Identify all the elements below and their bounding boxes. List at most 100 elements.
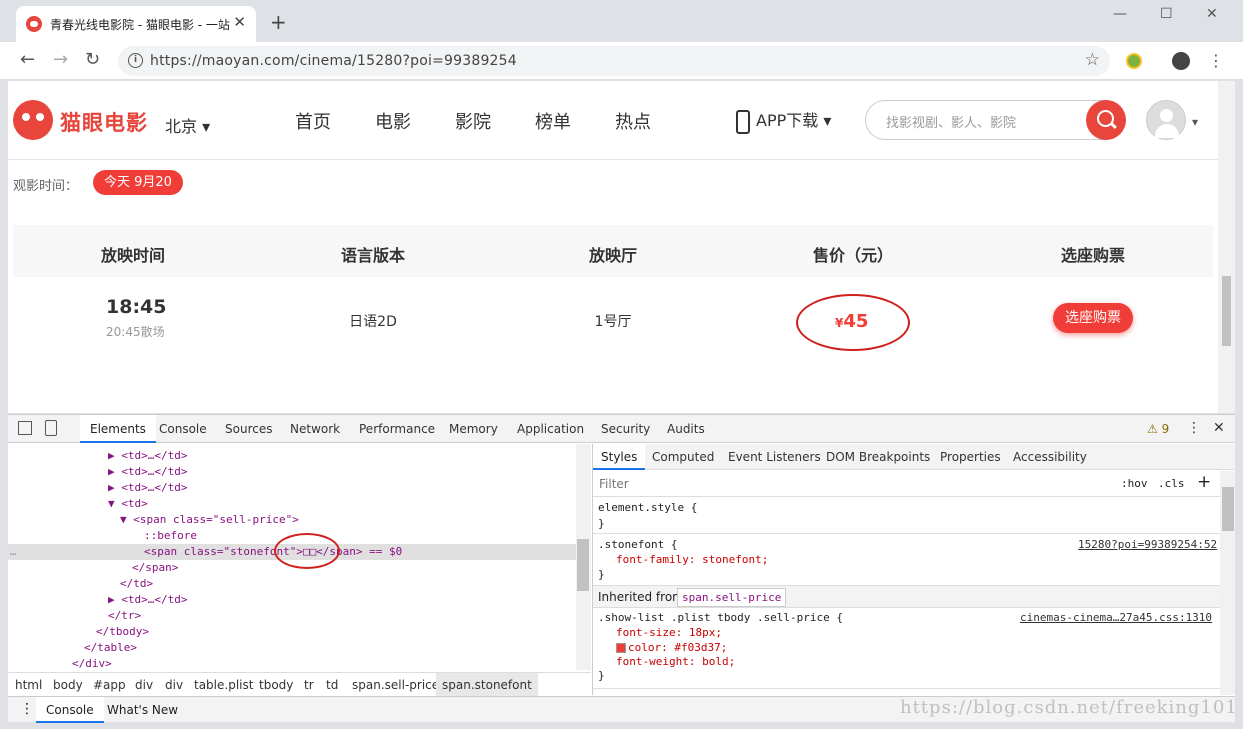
- tab-sources[interactable]: Sources: [225, 422, 272, 436]
- inspect-element-icon[interactable]: [18, 421, 32, 435]
- sell-price-source-link[interactable]: cinemas-cinema…27a45.css:1310: [1020, 611, 1212, 624]
- close-devtools-icon[interactable]: ✕: [1213, 420, 1225, 436]
- styles-filter-input[interactable]: Filter: [599, 477, 629, 491]
- crumb-stonefont[interactable]: span.stonefont: [436, 673, 538, 696]
- crumb-tbody[interactable]: tbody: [259, 678, 293, 692]
- dom-node-td-1[interactable]: ▶ <td>…</td>: [108, 448, 187, 464]
- maximize-button[interactable]: ☐: [1160, 6, 1173, 22]
- dom-node-tr-close[interactable]: </tr>: [108, 608, 141, 624]
- forward-button[interactable]: →: [53, 49, 68, 71]
- new-tab-button[interactable]: +: [270, 12, 287, 32]
- crumb-div-2[interactable]: div: [165, 678, 183, 692]
- city-selector[interactable]: 北京 ▾: [165, 113, 210, 137]
- dom-node-tbody-close[interactable]: </tbody>: [96, 624, 149, 640]
- tab-elements[interactable]: Elements: [80, 415, 156, 443]
- bookmark-star-icon[interactable]: ☆: [1085, 50, 1100, 70]
- stonefont-source-link[interactable]: 15280?poi=99389254:52: [1078, 538, 1217, 551]
- node-ellipsis[interactable]: …: [10, 544, 17, 560]
- dom-node-td-4[interactable]: ▶ <td>…</td>: [108, 592, 187, 608]
- search-icon[interactable]: [1086, 100, 1126, 140]
- app-download-menu[interactable]: APP下载 ▾: [736, 107, 831, 134]
- close-tab-icon[interactable]: ✕: [233, 13, 246, 31]
- dom-node-div-close[interactable]: </div>: [72, 656, 112, 670]
- drawer-tab-whats-new[interactable]: What's New: [107, 703, 178, 717]
- dom-node-before[interactable]: ::before: [144, 528, 197, 544]
- nav-rankings[interactable]: 榜单: [535, 108, 571, 134]
- url-text[interactable]: https://maoyan.com/cinema/15280?poi=9938…: [150, 53, 517, 69]
- profile-icon[interactable]: [1172, 52, 1190, 70]
- tab-security[interactable]: Security: [601, 422, 650, 436]
- browser-tab[interactable]: 青春光线电影院 - 猫眼电影 - 一站式购票 ✕: [16, 6, 256, 42]
- dom-node-td-3[interactable]: ▶ <td>…</td>: [108, 480, 187, 496]
- chrome-menu-icon[interactable]: ⋮: [1208, 50, 1224, 72]
- hov-toggle[interactable]: :hov: [1121, 477, 1148, 490]
- nav-home[interactable]: 首页: [295, 108, 331, 134]
- sell-price-selector[interactable]: .show-list .plist tbody .sell-price {: [598, 611, 843, 624]
- crumb-table[interactable]: table.plist: [194, 678, 253, 692]
- dom-node-span-close[interactable]: </span>: [132, 560, 178, 576]
- back-button[interactable]: ←: [20, 49, 35, 71]
- decl-font-weight[interactable]: font-weight: bold;: [616, 655, 735, 668]
- chevron-down-icon[interactable]: ▾: [1192, 115, 1198, 129]
- reload-button[interactable]: ↻: [85, 49, 100, 71]
- extension-icon[interactable]: [1126, 53, 1142, 69]
- drawer-tab-console[interactable]: Console: [36, 697, 104, 723]
- page-scroll-thumb[interactable]: [1222, 276, 1231, 346]
- color-swatch-icon[interactable]: [616, 643, 626, 653]
- dom-node-sell-price[interactable]: ▼ <span class="sell-price">: [120, 512, 299, 528]
- stonefont-declaration[interactable]: font-family: stonefont;: [616, 553, 768, 566]
- elements-scrollbar[interactable]: [576, 444, 591, 670]
- tab-network[interactable]: Network: [290, 422, 340, 436]
- tab-styles[interactable]: Styles: [593, 444, 646, 470]
- crumb-div-1[interactable]: div: [135, 678, 153, 692]
- cls-toggle[interactable]: .cls: [1158, 477, 1185, 490]
- tab-properties[interactable]: Properties: [940, 450, 1001, 464]
- elements-scroll-thumb[interactable]: [577, 539, 589, 591]
- inherited-from-link[interactable]: span.sell-price: [677, 588, 787, 607]
- crumb-html[interactable]: html: [15, 678, 42, 692]
- new-style-rule-button[interactable]: +: [1197, 472, 1211, 492]
- tab-application[interactable]: Application: [517, 422, 584, 436]
- buy-ticket-button[interactable]: 选座购票: [1053, 303, 1133, 333]
- device-toolbar-icon[interactable]: [45, 420, 57, 436]
- decl-font-size[interactable]: font-size: 18px;: [616, 626, 722, 639]
- crumb-tr[interactable]: tr: [304, 678, 314, 692]
- drawer-menu-icon[interactable]: ⋮: [20, 701, 34, 717]
- nav-cinemas[interactable]: 影院: [455, 108, 491, 134]
- tab-event-listeners[interactable]: Event Listeners: [728, 450, 821, 464]
- minimize-button[interactable]: —: [1113, 6, 1127, 22]
- date-chip[interactable]: 今天 9月20: [93, 170, 183, 195]
- crumb-app[interactable]: #app: [93, 678, 126, 692]
- crumb-body[interactable]: body: [53, 678, 83, 692]
- tab-memory[interactable]: Memory: [449, 422, 498, 436]
- crumb-sell-price[interactable]: span.sell-price: [352, 678, 439, 692]
- tab-computed[interactable]: Computed: [652, 450, 714, 464]
- stonefont-selector[interactable]: .stonefont {: [598, 538, 677, 551]
- warnings-badge[interactable]: ⚠ 9: [1147, 422, 1169, 436]
- tab-accessibility[interactable]: Accessibility: [1013, 450, 1087, 464]
- address-bar[interactable]: i https://maoyan.com/cinema/15280?poi=99…: [118, 46, 1110, 76]
- site-info-icon[interactable]: i: [128, 53, 143, 68]
- devtools-menu-icon[interactable]: ⋮: [1187, 420, 1201, 436]
- dom-node-td-open[interactable]: ▼ <td>: [108, 496, 148, 512]
- page-scrollbar[interactable]: [1218, 81, 1235, 413]
- dom-node-td-2[interactable]: ▶ <td>…</td>: [108, 464, 187, 480]
- close-window-button[interactable]: ✕: [1206, 6, 1218, 22]
- site-logo-text[interactable]: 猫眼电影: [60, 107, 148, 137]
- styles-scrollbar[interactable]: [1220, 471, 1235, 695]
- dom-node-td-close[interactable]: </td>: [120, 576, 153, 592]
- decl-color[interactable]: color: #f03d37;: [616, 641, 727, 654]
- nav-hot[interactable]: 热点: [615, 108, 651, 134]
- maoyan-cat-logo-icon[interactable]: [13, 100, 53, 140]
- crumb-td[interactable]: td: [326, 678, 338, 692]
- tab-dom-breakpoints[interactable]: DOM Breakpoints: [826, 450, 930, 464]
- site-search-box[interactable]: 找影视剧、影人、影院: [865, 100, 1126, 140]
- element-style-selector[interactable]: element.style {: [598, 501, 697, 514]
- tab-audits[interactable]: Audits: [667, 422, 705, 436]
- nav-movies[interactable]: 电影: [375, 108, 411, 134]
- dom-node-table-close[interactable]: </table>: [84, 640, 137, 656]
- styles-scroll-thumb[interactable]: [1222, 487, 1234, 531]
- search-input[interactable]: 找影视剧、影人、影院: [886, 112, 1016, 131]
- tab-console[interactable]: Console: [159, 422, 207, 436]
- user-avatar[interactable]: [1146, 100, 1186, 140]
